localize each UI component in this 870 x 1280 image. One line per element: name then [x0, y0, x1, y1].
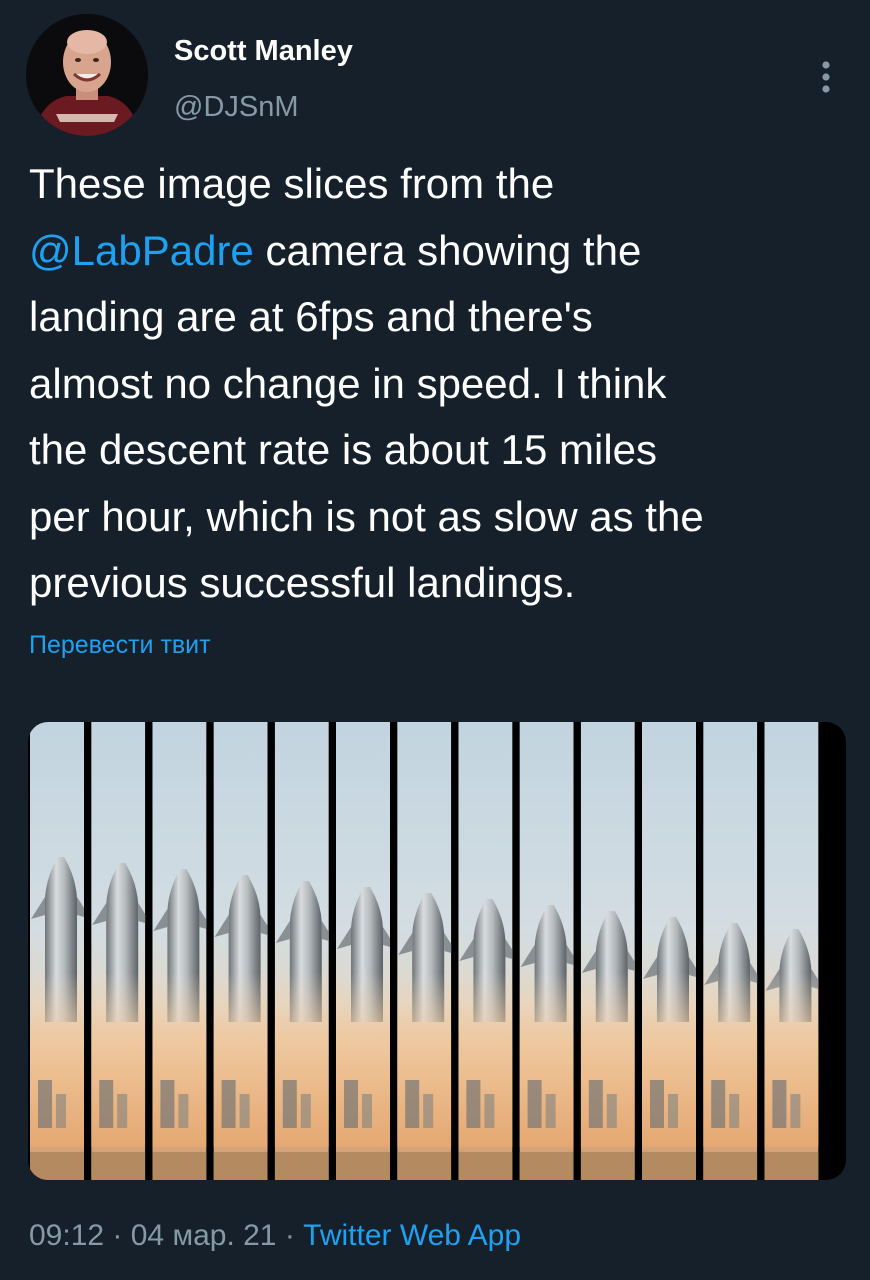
- tweet-line: These image slices from the: [29, 160, 555, 207]
- rocket-landing-slices-image: [30, 722, 819, 1180]
- image-slice: [580, 722, 635, 1180]
- meta-separator: ·: [104, 1219, 131, 1252]
- image-slice: [213, 722, 268, 1180]
- translate-tweet-link[interactable]: Перевести твит: [29, 627, 211, 663]
- image-slice: [642, 722, 696, 1180]
- image-slice: [703, 722, 758, 1180]
- image-slice: [152, 722, 207, 1180]
- image-slice: [274, 722, 329, 1180]
- tweet-detail: Scott Manley @DJSnM These image slices f…: [0, 0, 870, 1280]
- tweet-line: per hour, which is not as slow as the: [29, 492, 704, 540]
- tweet-text: These image slices from the @LabPadre ca…: [29, 151, 859, 617]
- image-slices: [30, 722, 819, 1180]
- image-slice: [764, 722, 819, 1180]
- image-slice: [458, 722, 513, 1180]
- tweet-line: previous successful landings.: [29, 559, 576, 606]
- meta-separator: ·: [276, 1219, 304, 1252]
- image-slice: [91, 722, 146, 1180]
- more-vertical-icon: [822, 61, 830, 93]
- image-slice: [336, 722, 390, 1180]
- image-slice: [519, 722, 574, 1180]
- tweet-date[interactable]: 04 мар. 21: [131, 1219, 277, 1252]
- tweet-line: the descent rate is about 15 miles: [29, 426, 658, 473]
- image-slice: [30, 722, 84, 1180]
- tweet-line-text: camera showing the: [265, 226, 642, 274]
- tweet-line: @LabPadre camera showing the: [29, 218, 859, 285]
- author-display-name[interactable]: Scott Manley: [174, 31, 353, 71]
- author-avatar[interactable]: [26, 14, 148, 136]
- avatar-image: [26, 14, 148, 136]
- mention-link[interactable]: @LabPadre: [29, 227, 254, 274]
- source-app-link[interactable]: Twitter Web App: [303, 1219, 521, 1252]
- tweet-time[interactable]: 09:12: [29, 1219, 104, 1252]
- tweet-meta: 09:12 · 04 мар. 21 · Twitter Web App: [29, 1215, 521, 1257]
- tweet-line: landing are at 6fps and there's: [29, 293, 593, 340]
- tweet-line: almost no change in speed. I think: [29, 359, 667, 407]
- more-options-button[interactable]: [806, 55, 846, 99]
- image-slice: [397, 722, 452, 1180]
- author-handle[interactable]: @DJSnM: [174, 87, 299, 127]
- tweet-media[interactable]: [28, 722, 846, 1180]
